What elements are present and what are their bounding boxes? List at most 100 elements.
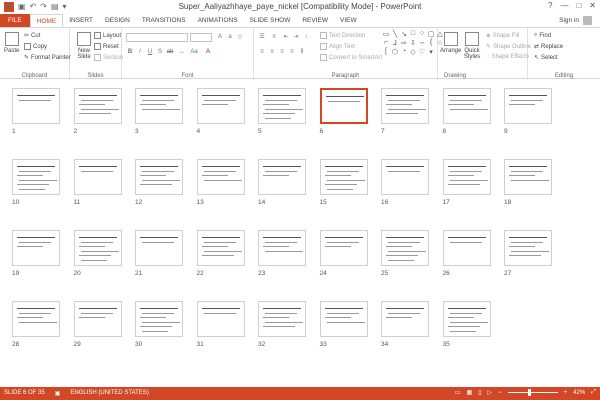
brace-shape-icon[interactable]: { (427, 39, 435, 47)
slide-thumbnail[interactable] (381, 159, 429, 195)
zoom-in-icon[interactable]: + (564, 390, 568, 396)
slide-thumbnail[interactable] (12, 230, 60, 266)
normal-view-icon[interactable]: ▭ (455, 389, 461, 396)
slide-thumbnail[interactable] (319, 88, 368, 124)
layout-button[interactable]: Layout (94, 32, 121, 39)
section-button[interactable]: Section (94, 54, 123, 61)
zoom-slider-thumb[interactable] (527, 389, 531, 396)
fit-to-window-icon[interactable]: ⤢ (591, 389, 596, 396)
align-text-button[interactable]: Align Text (320, 43, 355, 50)
slide-thumbnail[interactable] (12, 88, 60, 124)
cut-button[interactable]: ✂ Cut (24, 32, 40, 40)
slide-thumbnail[interactable] (258, 88, 306, 124)
char-spacing-icon[interactable]: ↔ (178, 48, 186, 56)
slide-thumbnail[interactable] (258, 159, 306, 195)
sign-in[interactable]: Sign in (559, 16, 592, 25)
slide-thumbnail[interactable] (196, 88, 245, 124)
slide-thumbnail[interactable] (12, 159, 60, 195)
slide-thumbnail[interactable] (504, 230, 552, 266)
paste-button[interactable]: Paste (4, 32, 19, 54)
change-case-icon[interactable]: Aa (190, 48, 198, 56)
tab-home[interactable]: HOME (29, 14, 64, 27)
text-direction-button[interactable]: Text Direction (320, 32, 365, 39)
shape-fill-button[interactable]: ◈ Shape Fill (486, 32, 519, 40)
shape-outline-button[interactable]: ✎ Shape Outline (486, 43, 531, 51)
tab-animations[interactable]: ANIMATIONS (192, 14, 244, 27)
justify-icon[interactable]: ≡ (288, 48, 296, 56)
elbow-shape-icon[interactable]: ⅃ (391, 39, 399, 47)
slide-thumbnail[interactable] (196, 301, 245, 337)
line2-shape-icon[interactable]: ⌐ (382, 39, 390, 47)
minimize-button[interactable]: — (560, 1, 568, 10)
slide-thumbnail[interactable] (319, 159, 368, 195)
select-button[interactable]: ↖ Select (534, 54, 558, 62)
slide-thumbnail[interactable] (135, 88, 183, 124)
font-size-combo[interactable] (190, 33, 212, 42)
line-spacing-icon[interactable]: ↕ (302, 33, 310, 41)
more-shapes-icon[interactable]: ▾ (427, 48, 435, 56)
numbering-icon[interactable]: ≡ (270, 33, 278, 41)
align-right-icon[interactable]: ≡ (278, 48, 286, 56)
quick-styles-button[interactable]: Quick Styles (462, 32, 482, 60)
strikethrough-icon[interactable]: ab (166, 48, 174, 56)
close-button[interactable]: ✕ (589, 1, 596, 10)
rect-shape-icon[interactable]: □ (409, 30, 417, 38)
slide-thumbnail[interactable] (442, 159, 491, 195)
shapes-gallery-grid[interactable]: ▭ ╲ ↘ □ ○ ▢ △ ⌐ ⅃ ⇨ ⇩ ∽ { ☆ [ ⬡ ◔ ◇ ♡ ▾ (382, 30, 443, 66)
format-painter-button[interactable]: ✎ Format Painter (24, 54, 71, 62)
bullets-icon[interactable]: ☰ (258, 33, 266, 41)
copy-button[interactable]: Copy (24, 43, 47, 50)
tab-view[interactable]: VIEW (334, 14, 363, 27)
arrow-shape-icon[interactable]: ↘ (400, 30, 408, 38)
slide-thumbnail[interactable] (196, 159, 245, 195)
slide-thumbnail[interactable] (135, 230, 183, 266)
slide-thumbnail[interactable] (504, 159, 552, 195)
slide-thumbnail[interactable] (442, 88, 491, 124)
maximize-button[interactable]: □ (576, 1, 581, 10)
zoom-out-icon[interactable]: − (498, 390, 502, 396)
slide-thumbnail[interactable] (12, 301, 60, 337)
textbox-shape-icon[interactable]: ▭ (382, 30, 390, 38)
slide-thumbnail[interactable] (73, 230, 122, 266)
columns-icon[interactable]: ⫴ (298, 48, 306, 56)
slide-thumbnail[interactable] (73, 301, 122, 337)
reset-button[interactable]: Reset (94, 43, 119, 50)
slide-thumbnail[interactable] (73, 88, 122, 124)
right-arrow-icon[interactable]: ⇨ (400, 39, 408, 47)
find-button[interactable]: ⌕ Find (534, 32, 551, 39)
spellcheck-icon[interactable]: ▣ (55, 390, 61, 397)
align-left-icon[interactable]: ≡ (258, 48, 266, 56)
increase-indent-icon[interactable]: ⇥ (292, 33, 300, 41)
tab-insert[interactable]: INSERT (63, 14, 99, 27)
italic-icon[interactable]: I (136, 48, 144, 56)
slide-thumbnail[interactable] (442, 230, 491, 266)
tab-design[interactable]: DESIGN (99, 14, 136, 27)
curve-shape-icon[interactable]: ∽ (418, 39, 426, 47)
slide-thumbnail[interactable] (504, 88, 552, 124)
bold-icon[interactable]: B (126, 48, 134, 56)
new-slide-button[interactable]: New Slide (74, 32, 94, 60)
zoom-slider[interactable] (507, 389, 558, 396)
align-center-icon[interactable]: ≡ (268, 48, 276, 56)
language-status[interactable]: ENGLISH (UNITED STATES) (70, 390, 148, 397)
callout-shape-icon[interactable]: ◔ (400, 48, 408, 56)
heart-shape-icon[interactable]: ♡ (418, 48, 426, 56)
tab-slide-show[interactable]: SLIDE SHOW (244, 14, 297, 27)
slide-thumbnail[interactable] (196, 230, 245, 266)
slide-thumbnail[interactable] (319, 230, 368, 266)
zoom-level[interactable]: 42% (573, 390, 585, 396)
slideshow-view-icon[interactable]: ▷ (488, 389, 493, 396)
font-color-icon[interactable]: A (204, 48, 212, 56)
slide-thumbnail[interactable] (258, 301, 306, 337)
reading-view-icon[interactable]: ▯ (478, 389, 481, 396)
line-shape-icon[interactable]: ╲ (391, 30, 399, 38)
help-button[interactable]: ? (548, 1, 552, 10)
slide-thumbnail[interactable] (135, 301, 183, 337)
underline-icon[interactable]: U (146, 48, 154, 56)
font-name-combo[interactable] (126, 33, 188, 42)
slide-thumbnail[interactable] (442, 301, 491, 337)
diamond-shape-icon[interactable]: ◇ (409, 48, 417, 56)
slide-thumbnail[interactable] (381, 230, 429, 266)
decrease-indent-icon[interactable]: ⇤ (282, 33, 290, 41)
slide-thumbnail[interactable] (319, 301, 368, 337)
